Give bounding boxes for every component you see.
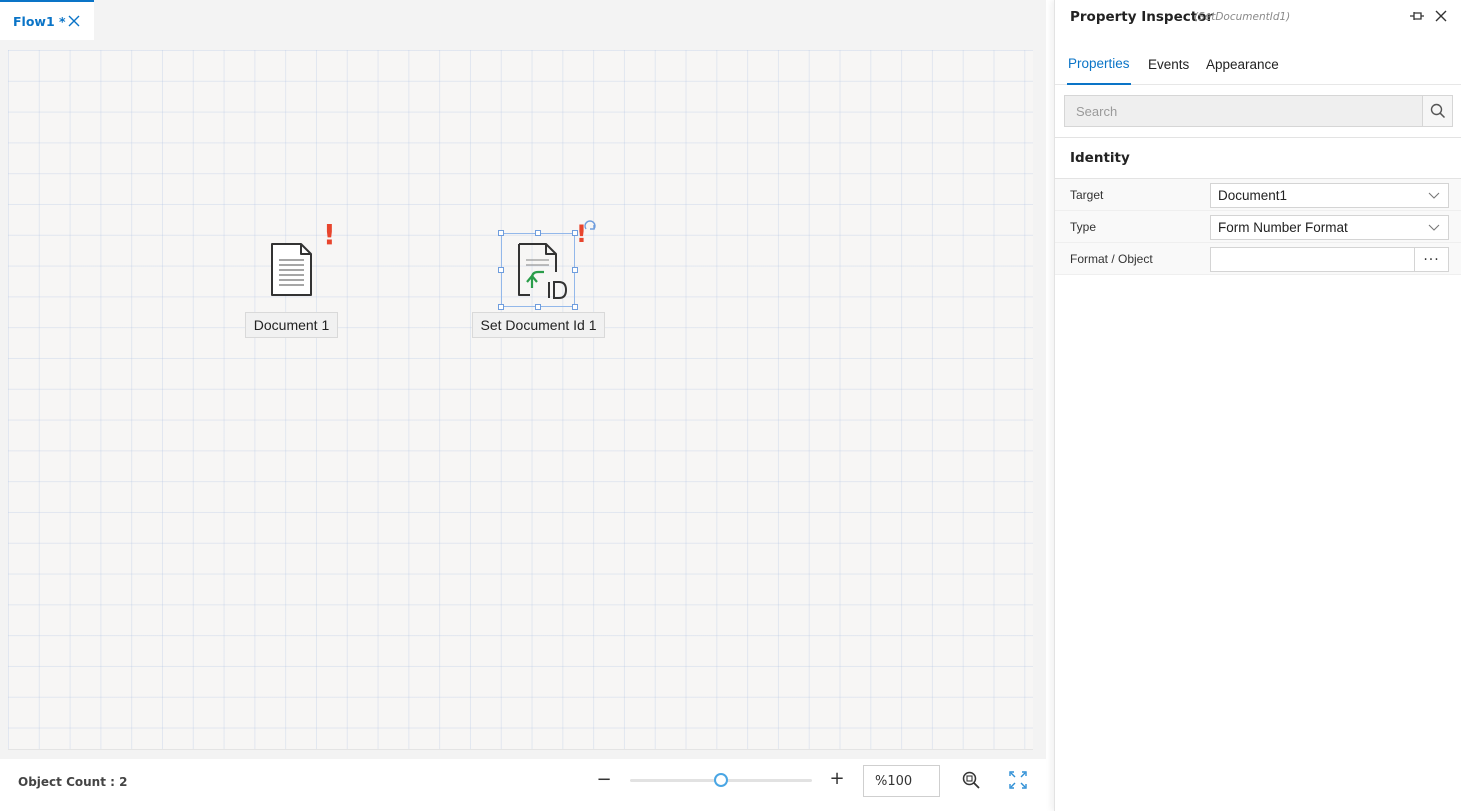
zoom-level-input[interactable]: %100 <box>863 765 940 797</box>
property-label: Format / Object <box>1070 252 1153 266</box>
rotate-icon[interactable] <box>583 220 597 234</box>
inspector-subtitle: (SetDocumentId1) <box>1194 11 1291 23</box>
property-inspector: Property Inspector (SetDocumentId1) Prop… <box>1054 0 1461 811</box>
property-row-type: Type Form Number Format <box>1055 211 1461 243</box>
type-select[interactable]: Form Number Format <box>1210 215 1449 240</box>
search-input[interactable] <box>1065 96 1422 126</box>
node-label: Set Document Id 1 <box>472 312 605 338</box>
resize-handle[interactable] <box>535 304 541 310</box>
property-row-format-object: Format / Object ··· <box>1055 243 1461 275</box>
tab-flow1[interactable]: Flow1 * <box>0 0 94 40</box>
tab-appearance[interactable]: Appearance <box>1206 44 1279 85</box>
node-label: Document 1 <box>245 312 338 338</box>
property-label: Type <box>1070 220 1097 234</box>
object-count: Object Count : 2 <box>18 775 128 789</box>
section-heading-identity: Identity <box>1070 150 1130 166</box>
zoom-out-button[interactable]: − <box>595 770 613 790</box>
document-icon <box>271 243 312 296</box>
resize-handle[interactable] <box>572 304 578 310</box>
canvas-area: ! Document 1 ! Set Document Id 1 <box>0 40 1046 759</box>
fit-to-screen-icon[interactable] <box>1008 770 1028 790</box>
set-document-id-icon <box>518 243 568 299</box>
pin-icon[interactable] <box>1409 9 1425 23</box>
chevron-down-icon <box>1428 224 1440 231</box>
resize-handle[interactable] <box>498 267 504 273</box>
chevron-down-icon <box>1428 192 1440 199</box>
format-object-input[interactable] <box>1211 248 1414 271</box>
format-object-field: ··· <box>1210 247 1449 272</box>
node-set-document-id-1[interactable]: ! Set Document Id 1 <box>472 220 612 338</box>
tab-events[interactable]: Events <box>1148 44 1189 85</box>
ellipsis-button[interactable]: ··· <box>1414 248 1448 271</box>
inspector-title: Property Inspector <box>1070 9 1214 25</box>
document-tab-bar: Flow1 * <box>0 0 1046 40</box>
flow-designer: Flow1 * ! Document 1 ! Set Document Id 1… <box>0 0 1046 811</box>
select-value: Document1 <box>1218 188 1288 203</box>
close-icon[interactable] <box>1434 9 1448 23</box>
resize-handle[interactable] <box>498 230 504 236</box>
search-button[interactable] <box>1422 96 1452 126</box>
select-value: Form Number Format <box>1218 220 1348 235</box>
tab-title: Flow1 * <box>13 13 66 29</box>
node-document-1[interactable]: ! Document 1 <box>245 218 345 338</box>
property-search <box>1064 95 1453 127</box>
search-icon <box>1430 103 1445 119</box>
property-row-target: Target Document1 <box>1055 179 1461 211</box>
tab-properties[interactable]: Properties <box>1067 44 1131 85</box>
resize-handle[interactable] <box>498 304 504 310</box>
status-bar: Object Count : 2 − + %100 <box>0 759 1046 811</box>
property-label: Target <box>1070 188 1104 202</box>
target-select[interactable]: Document1 <box>1210 183 1449 208</box>
inspector-tabs: Properties Events Appearance <box>1055 44 1461 85</box>
zoom-fit-icon[interactable] <box>961 770 981 790</box>
zoom-slider-thumb[interactable] <box>714 773 728 787</box>
zoom-in-button[interactable]: + <box>828 769 846 789</box>
divider <box>1055 137 1461 138</box>
design-canvas[interactable]: ! Document 1 ! Set Document Id 1 <box>8 50 1033 750</box>
warning-icon: ! <box>323 218 336 251</box>
resize-handle[interactable] <box>535 230 541 236</box>
close-icon[interactable] <box>66 13 82 29</box>
